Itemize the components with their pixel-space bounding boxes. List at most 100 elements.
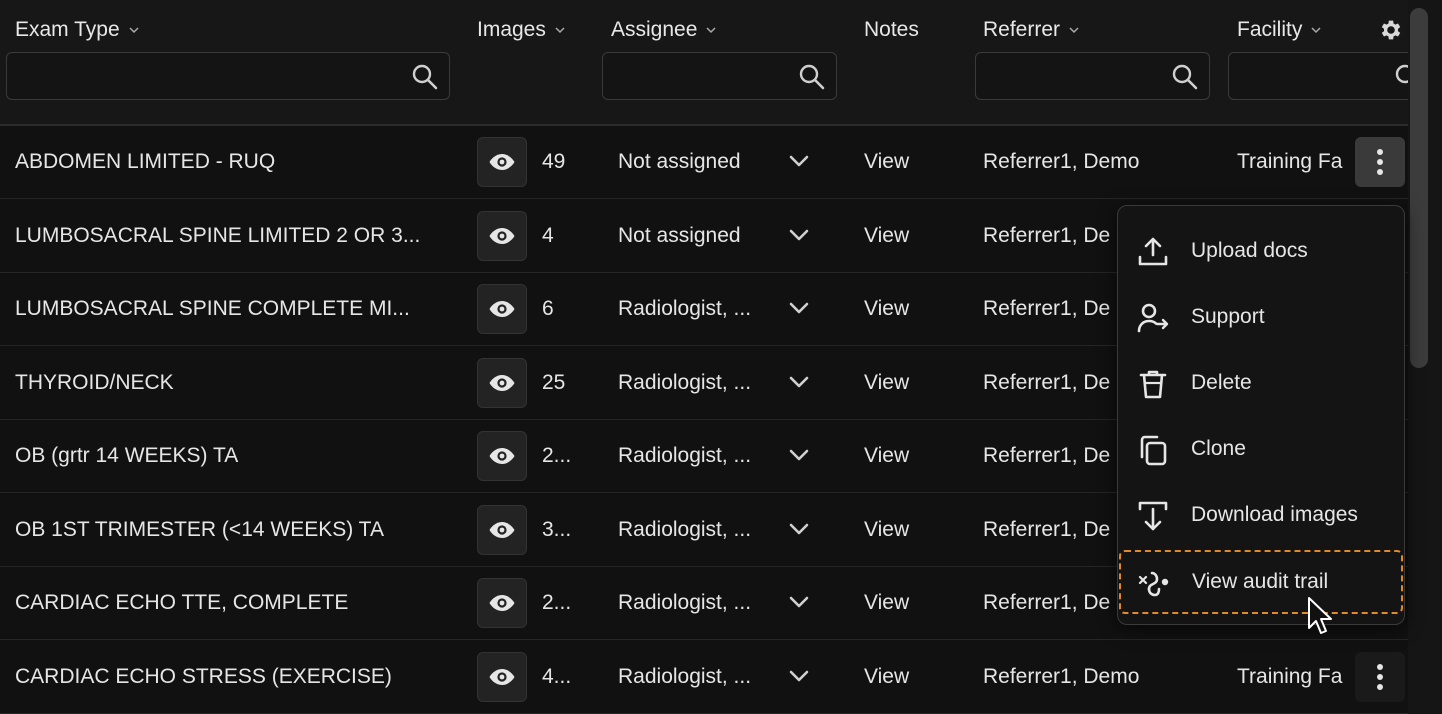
cell-text: OB (grtr 14 WEEKS) TA — [15, 444, 239, 467]
menu-item-clone[interactable]: Clone — [1118, 419, 1404, 479]
assignee-value[interactable]: Radiologist, ... — [618, 273, 778, 345]
assignee-value[interactable]: Not assigned — [618, 200, 778, 272]
view-images-button[interactable] — [477, 651, 527, 702]
exam-type-cell: THYROID/NECK — [15, 347, 465, 419]
notes-view-link[interactable]: View — [864, 494, 944, 566]
column-header-referrer[interactable]: Referrer — [983, 18, 1080, 42]
cell-text: Not assigned — [618, 223, 741, 247]
column-header-images[interactable]: Images — [477, 18, 566, 42]
assignee-value[interactable]: Radiologist, ... — [618, 567, 778, 639]
copy-icon — [1140, 435, 1167, 466]
row-actions-button[interactable] — [1355, 651, 1405, 702]
user-share-icon — [1137, 303, 1169, 333]
cell-text: View — [864, 591, 910, 614]
cell-text: ABDOMEN LIMITED - RUQ — [15, 150, 276, 173]
cell-text: Not assigned — [618, 150, 741, 173]
facility-filter-input[interactable] — [1229, 53, 1408, 99]
referrer-filter[interactable] — [975, 52, 1210, 100]
cell-text: Training Fa — [1237, 664, 1343, 688]
cell-text: 4 — [542, 223, 554, 247]
eye-icon — [489, 595, 515, 611]
row-actions-button[interactable] — [1355, 137, 1405, 187]
assignee-filter[interactable] — [602, 52, 837, 100]
chevron-down-icon[interactable] — [786, 222, 812, 248]
column-header-facility[interactable]: Facility — [1237, 18, 1322, 42]
chevron-down-icon — [1311, 27, 1321, 34]
view-images-button[interactable] — [477, 504, 527, 555]
download-icon — [1138, 501, 1168, 531]
gear-icon[interactable] — [1378, 17, 1404, 43]
exam-type-cell: LUMBOSACRAL SPINE COMPLETE MI... — [15, 273, 465, 345]
scrollbar-thumb[interactable] — [1410, 8, 1428, 368]
notes-view-link[interactable]: View — [864, 641, 944, 713]
search-icon — [1395, 64, 1408, 84]
view-images-button[interactable] — [477, 578, 527, 628]
mouse-cursor-icon — [1308, 597, 1332, 634]
menu-item-label: Download images — [1191, 503, 1358, 526]
chevron-down-icon[interactable] — [786, 369, 812, 395]
cell-text: CARDIAC ECHO TTE, COMPLETE — [15, 591, 349, 614]
chevron-down-icon[interactable] — [786, 295, 812, 321]
notes-view-link[interactable]: View — [864, 273, 944, 345]
cell-text: Radiologist, ... — [618, 664, 752, 688]
view-images-button[interactable] — [477, 284, 527, 334]
column-header-assignee[interactable]: Assignee — [611, 18, 717, 42]
view-images-button[interactable] — [477, 357, 527, 408]
menu-item-label: Upload docs — [1191, 239, 1308, 262]
view-images-button[interactable] — [477, 431, 527, 481]
eye-icon — [489, 374, 515, 391]
facility-filter[interactable] — [1228, 52, 1408, 100]
chevron-down-icon — [1069, 27, 1079, 34]
chevron-down-icon[interactable] — [786, 589, 812, 615]
exam-type-filter-input[interactable] — [7, 53, 449, 99]
assignee-value[interactable]: Radiologist, ... — [618, 494, 778, 566]
view-images-button[interactable] — [477, 210, 527, 261]
cell-text: Referrer1, Demo — [983, 150, 1140, 173]
table-row[interactable]: ABDOMEN LIMITED - RUQ 49 Not assigned Vi… — [0, 126, 1408, 199]
assignee-value[interactable]: Radiologist, ... — [618, 347, 778, 419]
image-count: 4... — [542, 641, 597, 713]
assignee-value[interactable]: Radiologist, ... — [618, 641, 778, 713]
exam-type-filter[interactable] — [6, 52, 450, 100]
cell-text: Referrer1, De — [983, 444, 1111, 467]
cell-text: LUMBOSACRAL SPINE COMPLETE MI... — [15, 297, 410, 320]
chevron-down-icon[interactable] — [786, 516, 812, 542]
cell-text: Referrer1, De — [983, 517, 1111, 541]
image-count: 6 — [542, 273, 597, 345]
menu-item-support[interactable]: Support — [1118, 287, 1404, 347]
assignee-value[interactable]: Radiologist, ... — [618, 420, 778, 492]
chevron-down-icon[interactable] — [786, 442, 812, 468]
eye-icon — [489, 521, 515, 538]
notes-view-link[interactable]: View — [864, 567, 944, 639]
referrer-cell: Referrer1, Demo — [983, 641, 1163, 713]
notes-view-link[interactable]: View — [864, 126, 944, 198]
search-icon — [799, 64, 825, 90]
cell-text: 2... — [542, 591, 572, 614]
menu-item-label: Clone — [1191, 437, 1246, 460]
menu-item-upload-docs[interactable]: Upload docs — [1118, 221, 1404, 281]
search-icon — [1172, 64, 1198, 90]
chevron-down-icon[interactable] — [786, 663, 812, 689]
cell-text: Radiologist, ... — [618, 370, 752, 394]
chevron-down-icon[interactable] — [786, 148, 812, 174]
cell-text: 4... — [542, 664, 572, 688]
view-images-button[interactable] — [477, 137, 527, 187]
assignee-value[interactable]: Not assigned — [618, 126, 778, 198]
table-row[interactable]: CARDIAC ECHO STRESS (EXERCISE) 4... Radi… — [0, 640, 1408, 714]
referrer-cell: Referrer1, Demo — [983, 126, 1163, 198]
menu-item-delete[interactable]: Delete — [1118, 353, 1404, 413]
menu-item-view-audit-trail[interactable]: View audit trail — [1119, 550, 1403, 614]
menu-item-download-images[interactable]: Download images — [1118, 485, 1404, 545]
notes-view-link[interactable]: View — [864, 200, 944, 272]
notes-view-link[interactable]: View — [864, 347, 944, 419]
column-header-notes: Notes — [864, 18, 919, 42]
more-vertical-icon — [1377, 663, 1383, 690]
cell-text: 3... — [542, 517, 572, 541]
cell-text: Training Fa — [1237, 150, 1343, 173]
notes-view-link[interactable]: View — [864, 420, 944, 492]
image-count: 2... — [542, 420, 597, 492]
chevron-down-icon — [706, 27, 716, 34]
cell-text: View — [864, 664, 910, 688]
exam-type-cell: CARDIAC ECHO TTE, COMPLETE — [15, 567, 465, 639]
column-header-exam-type[interactable]: Exam Type — [15, 18, 140, 42]
